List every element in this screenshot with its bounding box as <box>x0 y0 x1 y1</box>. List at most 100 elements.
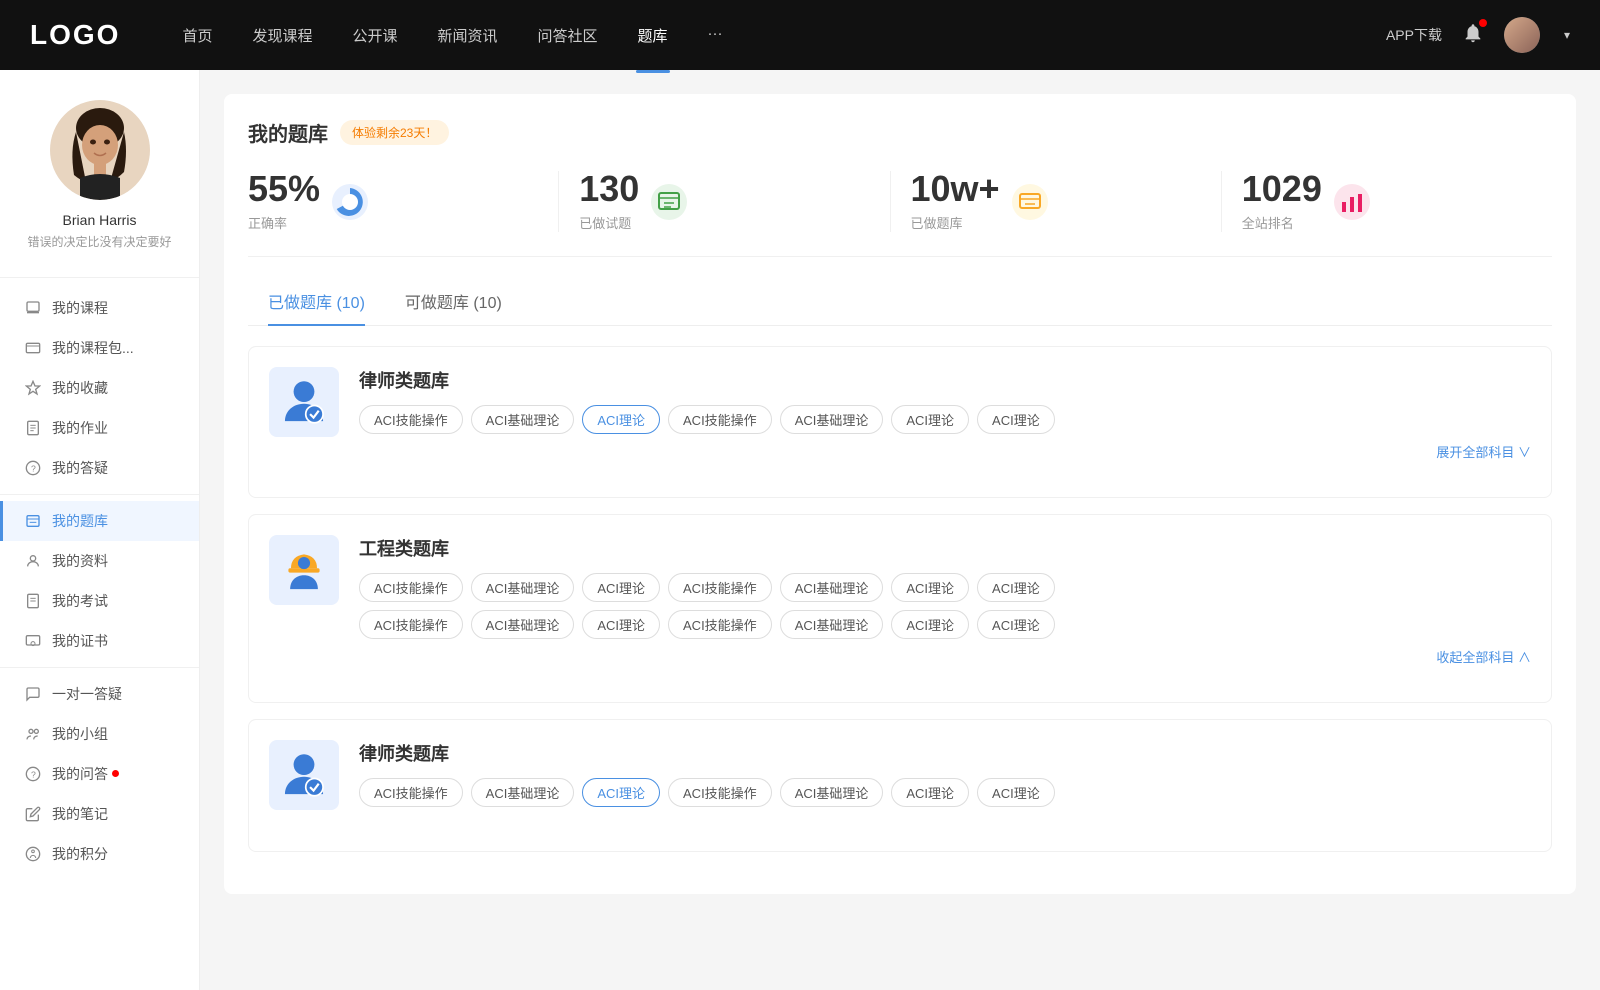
bank-tag-2-1[interactable]: ACI基础理论 <box>471 573 575 602</box>
sidebar-item-my-group[interactable]: 我的小组 <box>0 714 199 754</box>
sidebar-label-my-course: 我的课程 <box>52 298 108 318</box>
sidebar-item-homework[interactable]: 我的作业 <box>0 408 199 448</box>
bank-tag-3-2[interactable]: ACI理论 <box>582 778 660 807</box>
sidebar-profile: Brian Harris 错误的决定比没有决定要好 <box>0 90 199 271</box>
bank-icon <box>24 512 42 530</box>
sidebar-item-my-cert[interactable]: 我的证书 <box>0 621 199 661</box>
bank-tag-2-3[interactable]: ACI技能操作 <box>668 573 772 602</box>
stat-banks-icon <box>1012 184 1048 220</box>
bank-tag-1-1[interactable]: ACI基础理论 <box>471 405 575 434</box>
user-avatar[interactable] <box>1504 17 1540 53</box>
bank-tag-2-4[interactable]: ACI基础理论 <box>780 573 884 602</box>
bank-tag-1-0[interactable]: ACI技能操作 <box>359 405 463 434</box>
bank-tag-3-6[interactable]: ACI理论 <box>977 778 1055 807</box>
tab-available-banks[interactable]: 可做题库 (10) <box>385 281 522 325</box>
sidebar-item-my-question[interactable]: ? 我的问答 <box>0 754 199 794</box>
profile-avatar <box>50 100 150 200</box>
bank-tag-2-2[interactable]: ACI理论 <box>582 573 660 602</box>
nav-home[interactable]: 首页 <box>180 21 214 50</box>
qa-icon: ? <box>24 459 42 477</box>
bank-tags-2-row1: ACI技能操作 ACI基础理论 ACI理论 ACI技能操作 ACI基础理论 AC… <box>359 573 1531 602</box>
bank-tags-2-row2: ACI技能操作 ACI基础理论 ACI理论 ACI技能操作 ACI基础理论 AC… <box>359 610 1531 639</box>
bank-tag-1-4[interactable]: ACI基础理论 <box>780 405 884 434</box>
question-icon: ? <box>24 765 42 783</box>
bank-tag-2-12[interactable]: ACI理论 <box>891 610 969 639</box>
sidebar-item-my-exam[interactable]: 我的考试 <box>0 581 199 621</box>
content-panel: 我的题库 体验剩余23天！ 55% 正确率 <box>224 94 1576 894</box>
header-right: APP下载 ▾ <box>1386 17 1570 53</box>
nav-bank[interactable]: 题库 <box>636 21 670 50</box>
sidebar-label-qa: 我的答疑 <box>52 458 108 478</box>
bank-collapse-2[interactable]: 收起全部科目 ∧ <box>1436 647 1531 666</box>
sidebar-item-qa[interactable]: ? 我的答疑 <box>0 448 199 488</box>
bank-tag-3-1[interactable]: ACI基础理论 <box>471 778 575 807</box>
bank-section-2: 工程类题库 ACI技能操作 ACI基础理论 ACI理论 ACI技能操作 ACI基… <box>248 514 1552 703</box>
bank-tag-2-13[interactable]: ACI理论 <box>977 610 1055 639</box>
bank-tag-3-3[interactable]: ACI技能操作 <box>668 778 772 807</box>
sidebar-item-my-note[interactable]: 我的笔记 <box>0 794 199 834</box>
bank-footer-2: 收起全部科目 ∧ <box>359 647 1531 666</box>
one-on-one-icon <box>24 685 42 703</box>
sidebar-divider-1 <box>0 277 199 278</box>
exam-icon <box>24 592 42 610</box>
nav-news[interactable]: 新闻资讯 <box>436 21 500 50</box>
sidebar-menu: 我的课程 我的课程包... 我的收藏 我的作业 <box>0 288 199 874</box>
bank-tag-2-10[interactable]: ACI技能操作 <box>668 610 772 639</box>
bank-tag-1-5[interactable]: ACI理论 <box>891 405 969 434</box>
bank-tag-3-4[interactable]: ACI基础理论 <box>780 778 884 807</box>
bank-tag-2-7[interactable]: ACI技能操作 <box>359 610 463 639</box>
sidebar-item-my-data[interactable]: 我的资料 <box>0 541 199 581</box>
stat-ranking-label: 全站排名 <box>1242 213 1322 232</box>
sidebar-label-my-question: 我的问答 <box>52 764 108 784</box>
sidebar-label-my-cert: 我的证书 <box>52 631 108 651</box>
bank-footer-1: 展开全部科目 ∨ <box>359 442 1531 461</box>
stat-done-questions-label: 已做试题 <box>579 213 639 232</box>
cert-icon <box>24 632 42 650</box>
bank-tag-2-11[interactable]: ACI基础理论 <box>780 610 884 639</box>
main-nav: 首页 发现课程 公开课 新闻资讯 问答社区 题库 ··· <box>180 21 1386 50</box>
bank-tag-2-0[interactable]: ACI技能操作 <box>359 573 463 602</box>
bank-tag-3-0[interactable]: ACI技能操作 <box>359 778 463 807</box>
bank-header-1: 律师类题库 ACI技能操作 ACI基础理论 ACI理论 ACI技能操作 ACI基… <box>269 367 1531 461</box>
bank-icon-lawyer-1 <box>269 367 339 437</box>
course-icon <box>24 299 42 317</box>
bank-tag-2-9[interactable]: ACI理论 <box>582 610 660 639</box>
bank-expand-1[interactable]: 展开全部科目 ∨ <box>1436 442 1531 461</box>
sidebar-item-my-bank[interactable]: 我的题库 <box>0 501 199 541</box>
nav-discover[interactable]: 发现课程 <box>250 21 314 50</box>
user-dropdown-arrow[interactable]: ▾ <box>1564 28 1570 42</box>
bank-tag-3-5[interactable]: ACI理论 <box>891 778 969 807</box>
sidebar-item-my-course[interactable]: 我的课程 <box>0 288 199 328</box>
bank-header-2: 工程类题库 ACI技能操作 ACI基础理论 ACI理论 ACI技能操作 ACI基… <box>269 535 1531 666</box>
sidebar-label-my-data: 我的资料 <box>52 551 108 571</box>
sidebar-label-course-pack: 我的课程包... <box>52 338 134 358</box>
app-download-button[interactable]: APP下载 <box>1386 25 1442 45</box>
sidebar-item-my-score[interactable]: 我的积分 <box>0 834 199 874</box>
logo: LOGO <box>30 19 120 51</box>
sidebar-item-one-on-one[interactable]: 一对一答疑 <box>0 674 199 714</box>
bank-tags-3: ACI技能操作 ACI基础理论 ACI理论 ACI技能操作 ACI基础理论 AC… <box>359 778 1531 807</box>
sidebar-label-one-on-one: 一对一答疑 <box>52 684 122 704</box>
stats-row: 55% 正确率 <box>248 171 1552 257</box>
bank-tag-1-3[interactable]: ACI技能操作 <box>668 405 772 434</box>
notification-bell[interactable] <box>1462 22 1484 49</box>
note-icon <box>24 805 42 823</box>
sidebar-label-my-exam: 我的考试 <box>52 591 108 611</box>
nav-open-course[interactable]: 公开课 <box>350 21 399 50</box>
nav-more[interactable]: ··· <box>706 21 725 50</box>
bank-tag-2-8[interactable]: ACI基础理论 <box>471 610 575 639</box>
sidebar-item-course-pack[interactable]: 我的课程包... <box>0 328 199 368</box>
bank-tag-1-2[interactable]: ACI理论 <box>582 405 660 434</box>
stat-done-questions-value: 130 <box>579 171 639 207</box>
sidebar-label-my-score: 我的积分 <box>52 844 108 864</box>
nav-qa[interactable]: 问答社区 <box>536 21 600 50</box>
bank-tag-2-5[interactable]: ACI理论 <box>891 573 969 602</box>
bank-header-3: 律师类题库 ACI技能操作 ACI基础理论 ACI理论 ACI技能操作 ACI基… <box>269 740 1531 815</box>
question-dot-badge <box>112 770 119 777</box>
sidebar-item-collect[interactable]: 我的收藏 <box>0 368 199 408</box>
bank-icon-engineer <box>269 535 339 605</box>
tab-done-banks[interactable]: 已做题库 (10) <box>248 281 385 325</box>
bank-tag-2-6[interactable]: ACI理论 <box>977 573 1055 602</box>
page-wrapper: Brian Harris 错误的决定比没有决定要好 我的课程 我的课程包... <box>0 0 1600 990</box>
bank-tag-1-6[interactable]: ACI理论 <box>977 405 1055 434</box>
